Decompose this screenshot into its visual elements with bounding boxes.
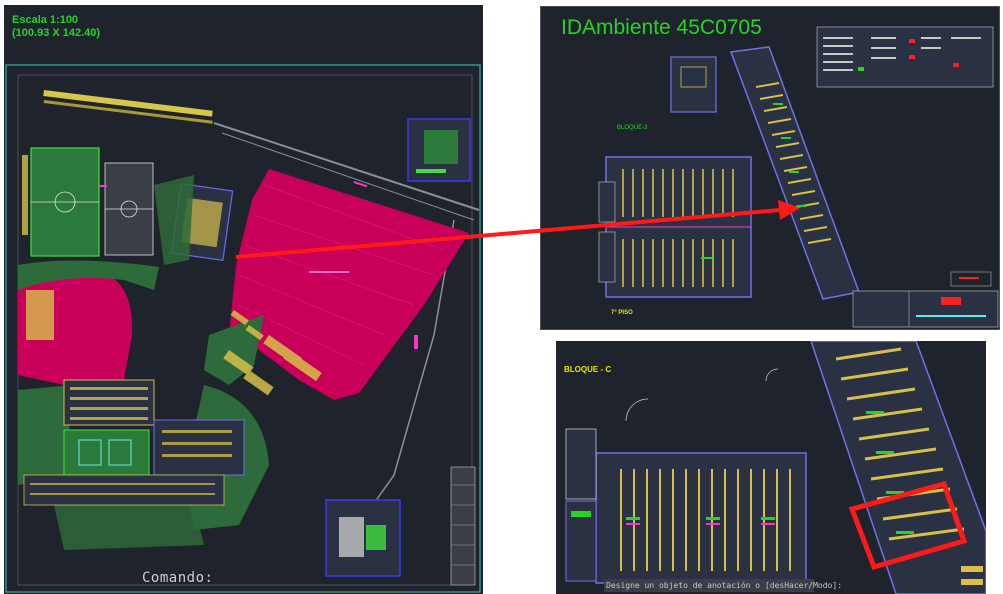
block-label: BLOQUE-3	[617, 125, 648, 131]
site-plan-viewport[interactable]: Escala 1:100 (100.93 X 142.40) Comando:	[4, 5, 483, 594]
legend-table	[816, 26, 994, 88]
scale-title: Escala 1:100	[12, 14, 79, 26]
command-prompt[interactable]: Comando:	[142, 570, 213, 586]
zoom-drawing	[565, 341, 986, 594]
title-block	[450, 466, 476, 586]
floor-plan-viewport[interactable]: IDAmbiente 45C0705 BLOQUE-3 7° PISO	[540, 6, 1000, 330]
block-label: BLOQUE - C	[564, 365, 612, 374]
command-status-text[interactable]: Designe un objeto de anotación o [desHac…	[606, 581, 842, 590]
title-block	[852, 290, 999, 328]
scale-dimensions: (100.93 X 142.40)	[12, 27, 101, 39]
floor-plan-drawing	[598, 26, 999, 328]
project-area-highlight	[229, 169, 469, 400]
site-plan-drawing	[5, 64, 481, 593]
ambient-id-label: IDAmbiente 45C0705	[561, 16, 762, 39]
floor-label: 7° PISO	[611, 310, 633, 316]
zoom-viewport[interactable]: BLOQUE - C Designe un objeto de anotació…	[556, 341, 986, 594]
